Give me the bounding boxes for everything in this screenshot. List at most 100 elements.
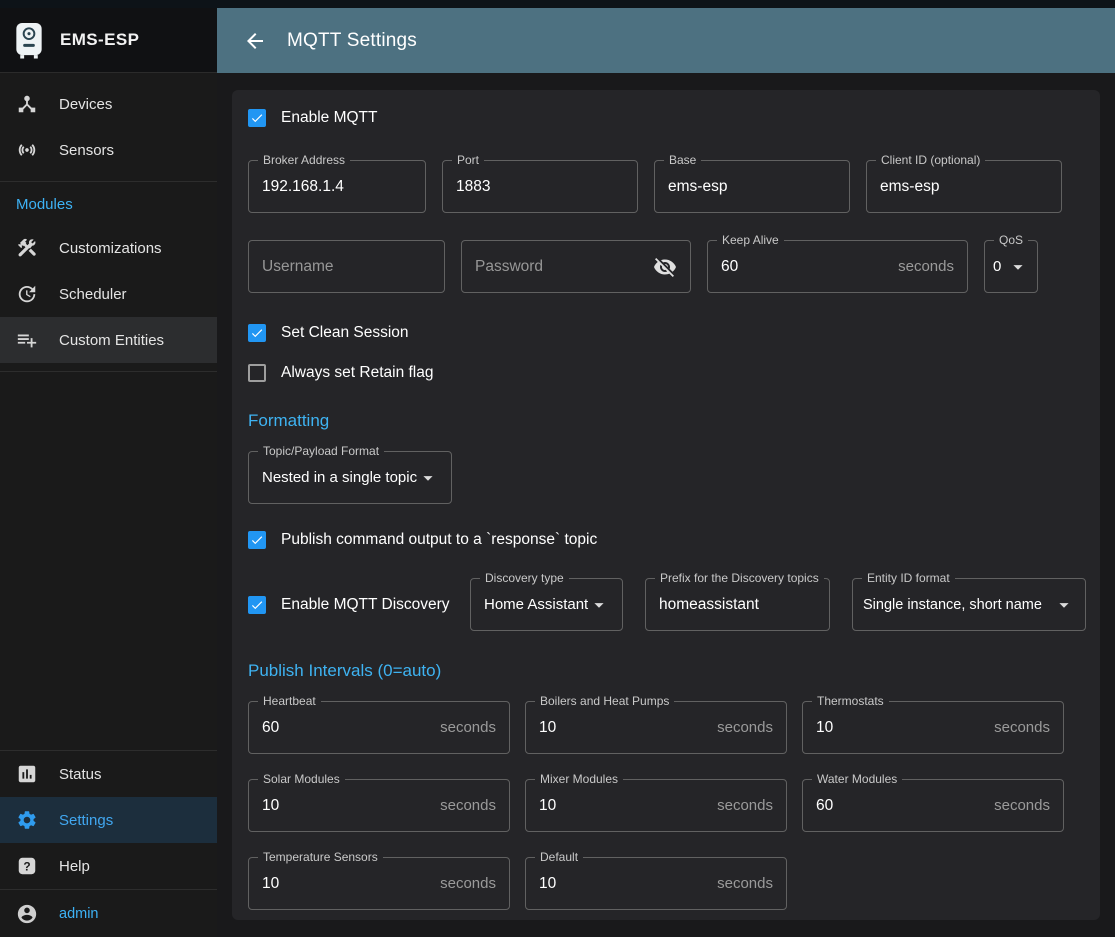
base-field[interactable]: Base [654,160,850,213]
interval-field-default[interactable]: Default seconds [525,857,787,910]
publish-intervals-grid: Heartbeat seconds Boilers and Heat Pumps… [248,701,1084,910]
topic-payload-format-select[interactable]: Topic/Payload Format Nested in a single … [248,451,452,504]
entity-id-format-value: Single instance, short name [863,597,1042,613]
password-field[interactable] [461,240,691,293]
sidebar-item-scheduler[interactable]: Scheduler [0,271,217,317]
username-input[interactable] [262,258,431,276]
client-id-input[interactable] [880,178,1048,196]
field-suffix: seconds [709,875,773,892]
chevron-down-icon [417,467,439,489]
chevron-down-icon [1053,594,1075,616]
keep-alive-input[interactable] [721,258,890,276]
interval-input[interactable] [262,797,432,815]
field-label: Solar Modules [258,772,345,786]
field-label: Mixer Modules [535,772,623,786]
response-topic-row[interactable]: Publish command output to a `response` t… [248,528,1084,552]
publish-intervals-section-header: Publish Intervals (0=auto) [248,661,1084,681]
field-label: Boilers and Heat Pumps [535,694,674,708]
clean-session-checkbox[interactable] [248,324,266,342]
discovery-type-select[interactable]: Discovery type Home Assistant [470,578,623,631]
field-suffix: seconds [986,719,1050,736]
port-field[interactable]: Port [442,160,638,213]
discovery-prefix-input[interactable] [659,596,816,614]
sidebar-item-label: Customizations [59,240,162,257]
interval-field-water[interactable]: Water Modules seconds [802,779,1064,832]
sidebar-user-admin[interactable]: admin [0,890,217,937]
sidebar-item-settings[interactable]: Settings [0,797,217,843]
field-suffix: seconds [709,797,773,814]
app-title: EMS-ESP [60,30,139,50]
interval-input[interactable] [262,719,432,737]
checkbox-label: Always set Retain flag [281,364,434,382]
sidebar-item-label: Sensors [59,142,114,159]
interval-field-temperature-sensors[interactable]: Temperature Sensors seconds [248,857,510,910]
clean-session-row[interactable]: Set Clean Session [248,321,1084,345]
checkbox-label: Publish command output to a `response` t… [281,531,597,549]
sidebar-nav-top: Devices Sensors [0,73,217,181]
formatting-section-header: Formatting [248,411,1084,431]
interval-field-solar[interactable]: Solar Modules seconds [248,779,510,832]
sensors-icon [16,139,38,161]
sidebar-item-status[interactable]: Status [0,751,217,797]
sidebar-item-label: Devices [59,96,112,113]
interval-field-heartbeat[interactable]: Heartbeat seconds [248,701,510,754]
base-input[interactable] [668,178,836,196]
page-title: MQTT Settings [287,30,417,52]
retain-flag-row[interactable]: Always set Retain flag [248,361,1084,385]
interval-input[interactable] [816,797,986,815]
format-value: Nested in a single topic [262,469,417,486]
field-label: Water Modules [812,772,902,786]
interval-field-thermostats[interactable]: Thermostats seconds [802,701,1064,754]
keep-alive-field[interactable]: Keep Alive seconds [707,240,968,293]
qos-select[interactable]: QoS 0 [984,240,1038,293]
interval-input[interactable] [262,875,432,893]
enable-mqtt-checkbox[interactable] [248,109,266,127]
interval-input[interactable] [539,719,709,737]
discovery-prefix-field[interactable]: Prefix for the Discovery topics [645,578,830,631]
broker-address-field[interactable]: Broker Address [248,160,426,213]
interval-input[interactable] [816,719,986,737]
main-area: MQTT Settings Enable MQTT Broker Addres [217,8,1115,937]
field-label: Client ID (optional) [876,153,985,167]
field-label: Port [452,153,484,167]
top-strip [0,0,1115,8]
sidebar-item-help[interactable]: ? Help [0,843,217,889]
sidebar: EMS-ESP Devices Sensors Modules [0,8,217,937]
gear-icon [16,809,38,831]
device-hub-icon [16,93,38,115]
playlist-add-icon [16,329,38,351]
sidebar-item-devices[interactable]: Devices [0,81,217,127]
field-suffix: seconds [432,719,496,736]
interval-input[interactable] [539,797,709,815]
sidebar-nav-modules: Customizations Scheduler Custom Entities [0,225,217,371]
field-label: Thermostats [812,694,889,708]
interval-field-boilers[interactable]: Boilers and Heat Pumps seconds [525,701,787,754]
mqtt-discovery-row[interactable]: Enable MQTT Discovery [248,593,470,617]
interval-field-mixer[interactable]: Mixer Modules seconds [525,779,787,832]
response-topic-checkbox[interactable] [248,531,266,549]
checkbox-label: Set Clean Session [281,324,409,342]
interval-input[interactable] [539,875,709,893]
back-arrow-icon[interactable] [243,29,267,53]
sidebar-item-customizations[interactable]: Customizations [0,225,217,271]
field-label: Base [664,153,701,167]
username-field[interactable] [248,240,445,293]
mqtt-discovery-checkbox[interactable] [248,596,266,614]
entity-id-format-select[interactable]: Entity ID format Single instance, short … [852,578,1086,631]
password-input[interactable] [475,258,653,276]
mqtt-settings-card: Enable MQTT Broker Address Port [232,90,1100,920]
sidebar-item-custom-entities[interactable]: Custom Entities [0,317,217,363]
field-label: Temperature Sensors [258,850,383,864]
field-label: Prefix for the Discovery topics [655,571,824,585]
port-input[interactable] [456,178,624,196]
retain-flag-checkbox[interactable] [248,364,266,382]
sidebar-spacer [0,372,217,750]
broker-address-input[interactable] [262,178,412,196]
client-id-field[interactable]: Client ID (optional) [866,160,1062,213]
enable-mqtt-row[interactable]: Enable MQTT [248,106,1084,130]
sidebar-item-sensors[interactable]: Sensors [0,127,217,173]
field-suffix: seconds [709,719,773,736]
visibility-off-icon[interactable] [653,255,677,279]
sidebar-item-label: Status [59,766,102,783]
help-icon: ? [16,855,38,877]
